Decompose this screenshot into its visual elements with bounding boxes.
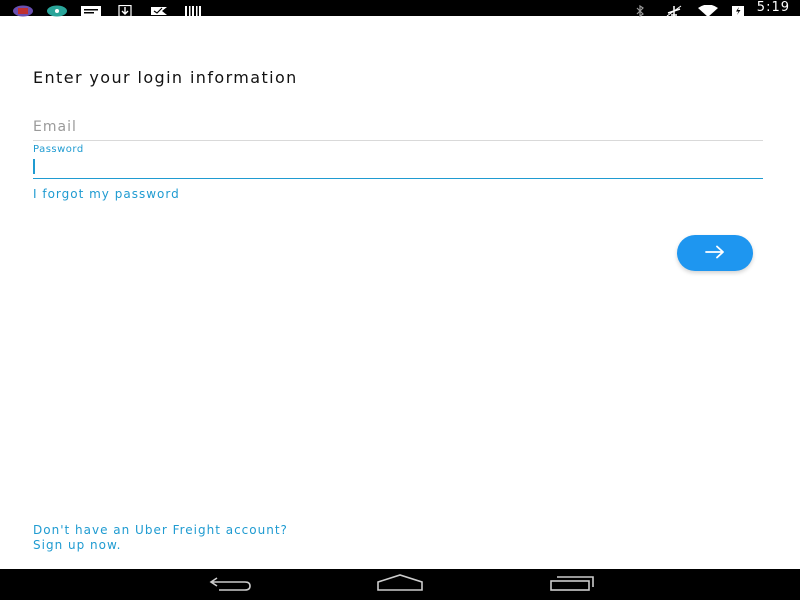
password-field[interactable]: Password bbox=[33, 144, 763, 179]
next-button[interactable] bbox=[677, 235, 753, 271]
recents-icon bbox=[547, 574, 597, 596]
message-icon bbox=[80, 2, 102, 16]
navigation-bar bbox=[0, 569, 800, 600]
signup-line-1: Don't have an Uber Freight account? bbox=[33, 523, 288, 537]
recents-button[interactable] bbox=[546, 575, 598, 595]
bluetooth-icon bbox=[629, 2, 651, 18]
home-button[interactable] bbox=[374, 574, 426, 596]
password-label: Password bbox=[33, 144, 84, 155]
battery-charging-icon bbox=[731, 2, 745, 16]
page-title: Enter your login information bbox=[33, 68, 298, 87]
signup-link[interactable]: Don't have an Uber Freight account? Sign… bbox=[33, 523, 288, 553]
email-placeholder: Email bbox=[33, 119, 77, 135]
back-button[interactable] bbox=[204, 575, 256, 595]
signup-line-2: Sign up now. bbox=[33, 538, 122, 552]
barcode-icon bbox=[182, 2, 204, 16]
home-icon bbox=[375, 574, 425, 596]
status-bar: 5:19 bbox=[0, 0, 800, 18]
download-icon bbox=[114, 2, 136, 18]
email-field[interactable]: Email bbox=[33, 116, 763, 141]
app-icon-1 bbox=[12, 2, 34, 17]
app-icon-2 bbox=[46, 2, 68, 17]
checkmark-flag-icon bbox=[148, 2, 170, 15]
back-icon bbox=[207, 574, 253, 596]
wifi-icon bbox=[697, 2, 719, 17]
clock-time: 5:19 bbox=[756, 0, 790, 15]
airplane-mode-icon bbox=[663, 2, 685, 17]
text-caret bbox=[33, 159, 35, 174]
forgot-password-link[interactable]: I forgot my password bbox=[33, 187, 180, 201]
arrow-right-icon bbox=[704, 244, 726, 263]
